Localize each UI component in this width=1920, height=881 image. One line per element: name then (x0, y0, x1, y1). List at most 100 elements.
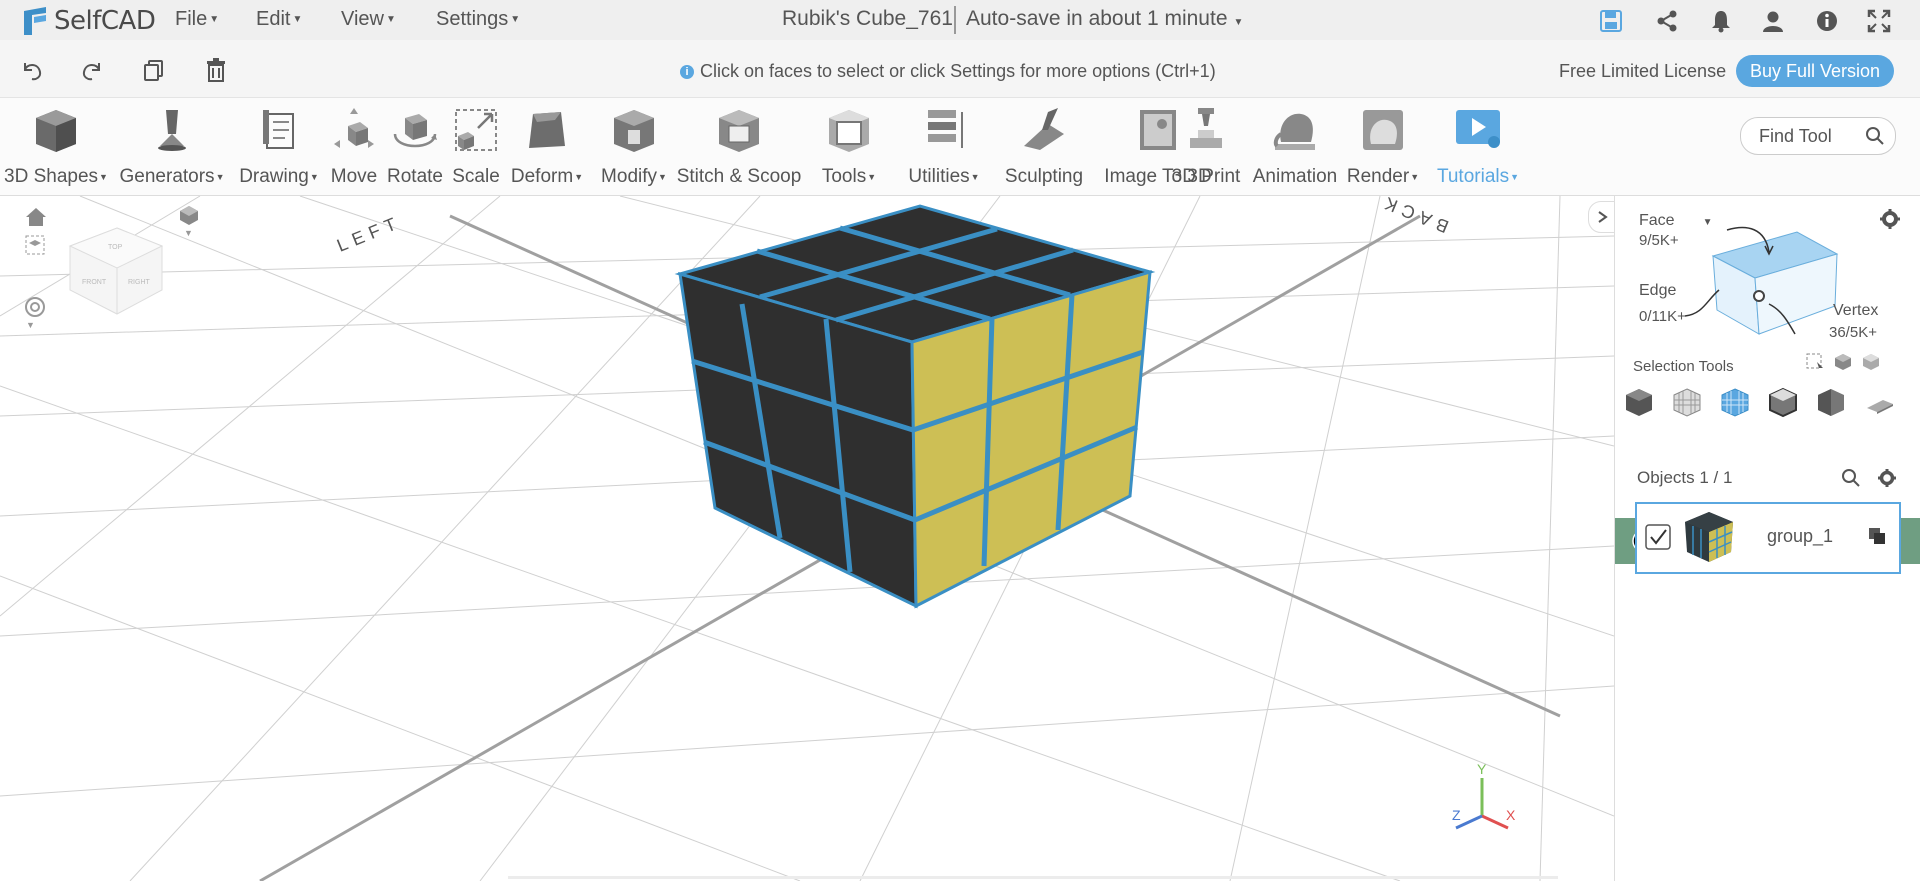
face-select-cube-icon[interactable] (1719, 386, 1751, 418)
buy-full-version-button[interactable]: Buy Full Version (1736, 55, 1894, 87)
fullscreen-icon[interactable] (1866, 8, 1892, 34)
scale-icon (455, 109, 497, 151)
title-divider (954, 6, 956, 34)
visibility-checkbox[interactable] (1645, 524, 1671, 550)
menu-file[interactable]: File ▼ (175, 8, 219, 31)
wireframe-cube-icon[interactable] (1671, 386, 1703, 418)
generator-icon (158, 110, 186, 151)
face-count: 9/5K+ (1639, 232, 1679, 249)
edge-mode-label[interactable]: Edge (1639, 282, 1676, 300)
stitch-icon (719, 110, 759, 152)
autosave-status[interactable]: Auto-save in about 1 minute ▼ (966, 7, 1243, 31)
3d-viewport[interactable]: LEFT BACK Y X Z ▼ ▼ TOP FRONT RIGHT (0, 196, 1614, 881)
invert-selection-icon[interactable] (1861, 352, 1881, 372)
object-list-item[interactable]: group_1 (1635, 502, 1901, 574)
home-icon[interactable] (24, 206, 48, 228)
utilities-icon (928, 110, 963, 148)
user-icon[interactable] (1760, 8, 1786, 34)
orbit-dropdown-icon[interactable]: ▼ (26, 320, 35, 330)
axis-gizmo: Y X Z (1452, 761, 1516, 830)
search-objects-icon[interactable] (1841, 468, 1861, 488)
vertex-count: 36/5K+ (1829, 324, 1877, 341)
tool-move[interactable]: Move (326, 98, 382, 195)
rubiks-cube[interactable] (674, 204, 1156, 609)
bell-icon[interactable] (1708, 8, 1734, 34)
plane-icon[interactable] (1863, 386, 1895, 418)
trash-icon[interactable] (204, 57, 228, 83)
collapse-panel-button[interactable] (1588, 201, 1616, 233)
selection-mode-diagram[interactable] (1677, 210, 1907, 370)
deform-icon (529, 112, 565, 148)
tool-deform[interactable]: Deform▼ (504, 98, 590, 195)
half-cube-icon[interactable] (1815, 386, 1847, 418)
y-axis-label: Y (1477, 761, 1487, 777)
save-icon[interactable] (1598, 8, 1624, 34)
tool-render[interactable]: Render▼ (1340, 98, 1426, 195)
right-panel: Face ▼ 9/5K+ Edge 0/11K+ Vertex 36/5K+ Se… (1614, 196, 1920, 881)
solid-cube-icon[interactable] (1623, 386, 1655, 418)
search-icon (1866, 127, 1884, 145)
app-name: SelfCAD (54, 6, 156, 36)
duplicate-icon[interactable] (1867, 526, 1887, 546)
move-icon (334, 108, 374, 148)
select-box-icon[interactable] (1805, 352, 1825, 372)
tool-drawing[interactable]: Drawing▼ (232, 98, 326, 195)
view-cube-dropdown-icon[interactable]: ▼ (184, 228, 193, 238)
render-icon (1363, 110, 1403, 150)
modify-icon (614, 110, 654, 152)
project-title[interactable]: Rubik's Cube_761 (782, 7, 953, 31)
tool-scale[interactable]: Scale (448, 98, 504, 195)
view-cube[interactable]: TOP FRONT RIGHT (62, 224, 172, 320)
menu-settings[interactable]: Settings ▼ (436, 8, 520, 31)
elephant-icon (1273, 113, 1315, 150)
tool-3d-shapes[interactable]: 3D Shapes▼ (0, 98, 112, 195)
scene: LEFT BACK Y X Z (0, 196, 1614, 881)
share-icon[interactable] (1654, 8, 1680, 34)
tool-generators[interactable]: Generators▼ (116, 98, 228, 195)
vertex-mode-label[interactable]: Vertex (1833, 302, 1878, 320)
tool-modify[interactable]: Modify▼ (594, 98, 674, 195)
horizontal-scrollbar[interactable] (508, 876, 1558, 879)
object-name[interactable]: group_1 (1767, 526, 1833, 547)
orbit-icon[interactable] (24, 296, 46, 318)
z-axis-label: Z (1452, 807, 1461, 823)
tool-3d-print[interactable]: 3D Print (1164, 98, 1248, 195)
video-icon (1456, 110, 1500, 148)
pencil-icon (263, 110, 294, 149)
tool-tools[interactable]: Tools▼ (804, 98, 894, 195)
rotate-icon (393, 114, 437, 148)
license-text: Free Limited License (1559, 61, 1727, 81)
view-cube-top-label: TOP (108, 244, 123, 251)
tools-icon (829, 110, 869, 152)
menu-bar: SelfCAD File ▼ Edit ▼ View ▼ Settings ▼ Rubi… (0, 0, 1920, 40)
outline-cube-icon[interactable] (1767, 386, 1799, 418)
chevron-right-icon (1598, 211, 1608, 223)
selfcad-logo[interactable]: SelfCAD (20, 4, 156, 38)
menu-edit[interactable]: Edit ▼ (256, 8, 302, 31)
fit-view-icon[interactable] (24, 234, 46, 256)
view-cube-toggle-icon[interactable] (178, 204, 200, 226)
select-all-icon[interactable] (1833, 352, 1853, 372)
tool-rotate[interactable]: Rotate (382, 98, 448, 195)
redo-icon[interactable] (80, 58, 104, 82)
undo-icon[interactable] (20, 58, 44, 82)
tool-sculpting[interactable]: Sculpting (994, 98, 1094, 195)
find-tool-input[interactable]: Find Tool (1740, 117, 1896, 155)
sculpting-icon (1024, 108, 1064, 150)
tool-animation[interactable]: Animation (1250, 98, 1340, 195)
tool-utilities[interactable]: Utilities▼ (894, 98, 994, 195)
logo-icon (24, 7, 46, 35)
menu-view[interactable]: View ▼ (341, 8, 396, 31)
help-icon[interactable] (1814, 8, 1840, 34)
printer-icon (1190, 108, 1222, 148)
copy-icon[interactable] (142, 58, 166, 82)
edge-count: 0/11K+ (1639, 308, 1686, 325)
objects-settings-icon[interactable] (1877, 468, 1897, 488)
object-thumbnail (1685, 512, 1733, 562)
objects-header: Objects 1 / 1 (1637, 468, 1733, 487)
main-toolbar: 3D Shapes▼ Generators▼ Drawing▼ Move Rot… (0, 98, 1920, 196)
tool-tutorials[interactable]: Tutorials▼ (1428, 98, 1528, 195)
tool-stitch-scoop[interactable]: Stitch & Scoop (674, 98, 804, 195)
cube-icon (36, 110, 76, 152)
action-bar: i Click on faces to select or click Setti… (0, 40, 1920, 98)
